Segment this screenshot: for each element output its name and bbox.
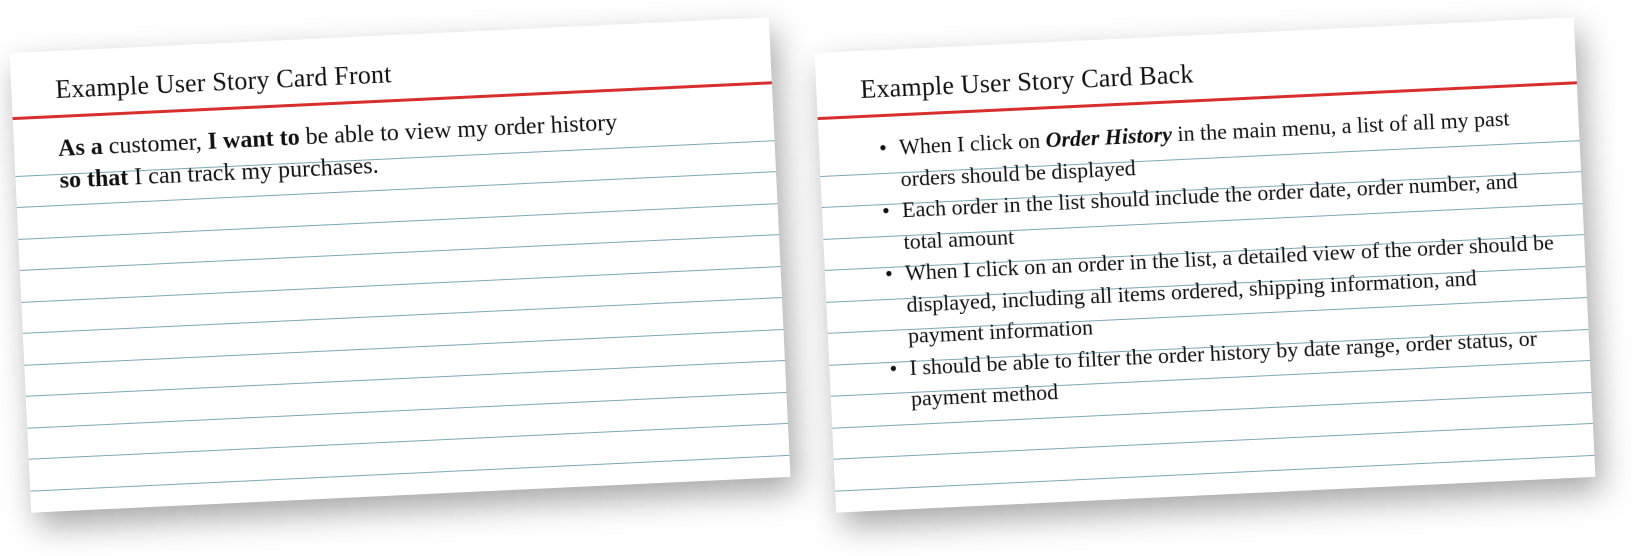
- as-a-value: customer,: [108, 129, 202, 159]
- so-that-label: so that: [59, 165, 129, 194]
- criterion-text-pre: When I click on: [899, 127, 1047, 159]
- back-card-title: Example User Story Card Back: [860, 59, 1194, 105]
- criterion-emphasis: Order History: [1045, 121, 1173, 152]
- front-card-title: Example User Story Card Front: [55, 59, 393, 105]
- index-card-front: Example User Story Card Front As a custo…: [10, 17, 791, 512]
- card-surface: Example User Story Card Back When I clic…: [815, 17, 1596, 512]
- as-a-label: As a: [58, 134, 104, 162]
- i-want-to-value: be able to view my order history: [305, 110, 618, 151]
- stage: Example User Story Card Front As a custo…: [0, 0, 1650, 556]
- index-card-back: Example User Story Card Back When I clic…: [815, 17, 1596, 512]
- back-card-body: When I click on Order History in the mai…: [878, 101, 1561, 416]
- acceptance-criteria-list: When I click on Order History in the mai…: [878, 101, 1561, 416]
- card-surface: Example User Story Card Front As a custo…: [10, 17, 791, 512]
- i-want-to-label: I want to: [207, 125, 300, 155]
